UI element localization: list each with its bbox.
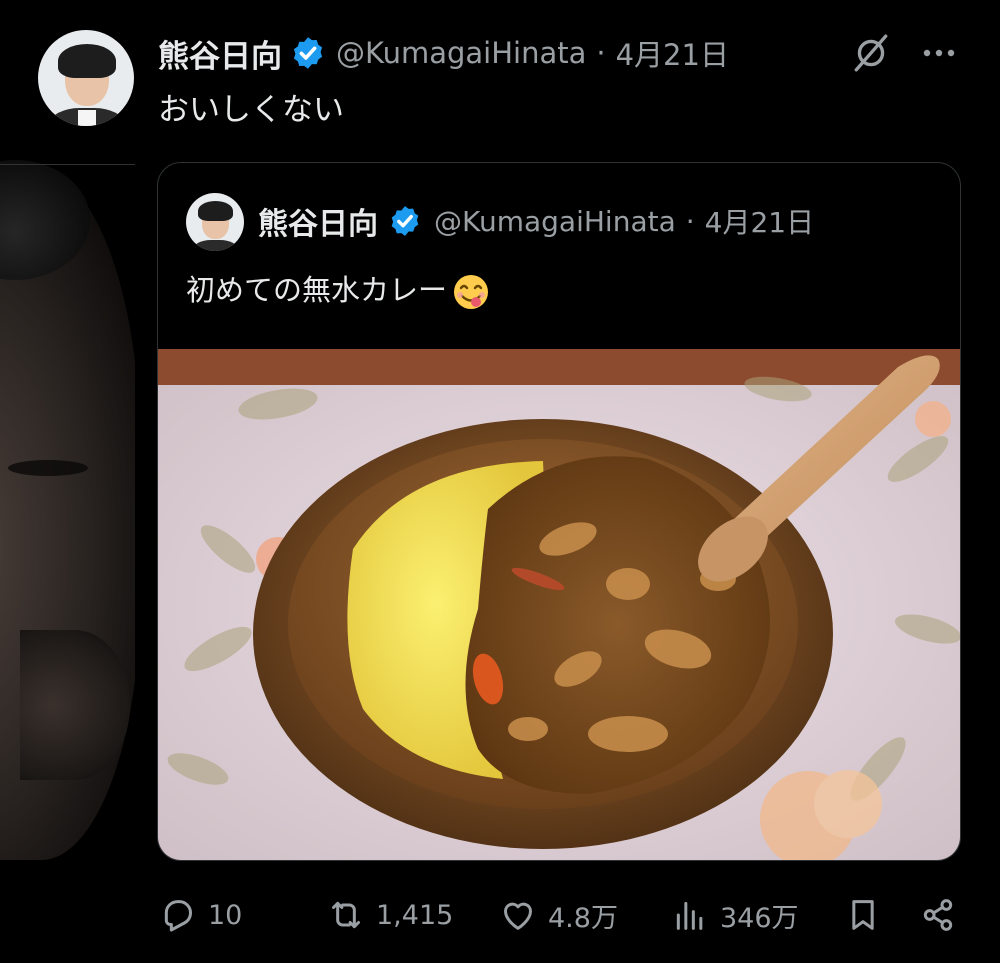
separator-dot: · <box>596 36 606 70</box>
quoted-user-handle: @KumagaiHinata <box>434 204 676 238</box>
reply-button[interactable]: 10 <box>158 890 242 940</box>
background-portrait <box>0 160 135 860</box>
like-count: 4.8万 <box>548 902 618 934</box>
quoted-avatar <box>186 193 244 251</box>
verified-badge-icon <box>293 37 323 69</box>
verified-badge-icon <box>391 206 419 236</box>
quoted-tweet-text: 初めての無水カレー <box>186 267 491 312</box>
separator-dot: · <box>685 204 695 238</box>
quoted-tweet-text-body: 初めての無水カレー <box>186 273 448 307</box>
share-button[interactable] <box>918 890 968 940</box>
quoted-post-date: 4月21日 <box>704 206 815 239</box>
tweet-text: おいしくない <box>158 92 344 128</box>
share-icon <box>923 899 953 931</box>
post-date[interactable]: 4月21日 <box>616 32 729 74</box>
avatar[interactable] <box>38 30 134 126</box>
views-count: 346万 <box>720 902 799 934</box>
bookmark-button[interactable] <box>843 890 893 940</box>
views-icon <box>676 901 703 930</box>
bookmark-icon <box>852 900 874 930</box>
user-handle[interactable]: @KumagaiHinata <box>336 36 586 70</box>
grok-icon[interactable] <box>850 32 892 74</box>
curry-photo[interactable] <box>158 349 960 860</box>
retweet-count: 1,415 <box>376 899 454 931</box>
quoted-tweet-header: 熊谷日向 @KumagaiHinata · 4月21日 <box>258 199 814 243</box>
heart-icon <box>504 902 532 930</box>
reply-icon <box>164 900 192 932</box>
quoted-display-name: 熊谷日向 <box>258 207 378 242</box>
retweet-button[interactable]: 1,415 <box>326 890 453 940</box>
more-icon[interactable] <box>917 38 961 68</box>
reply-count: 10 <box>208 899 243 931</box>
face-savoring-food-icon <box>454 275 489 309</box>
display-name[interactable]: 熊谷日向 <box>158 31 282 76</box>
views-button[interactable]: 346万 <box>670 890 799 940</box>
like-button[interactable]: 4.8万 <box>498 890 618 940</box>
divider <box>0 164 135 165</box>
retweet-icon <box>332 901 360 929</box>
tweet-header: 熊谷日向 @KumagaiHinata · 4月21日 <box>158 30 729 76</box>
action-bar: 10 1,415 4.8万 346万 <box>0 890 1000 940</box>
quoted-tweet-card[interactable]: 熊谷日向 @KumagaiHinata · 4月21日 初めての無水カレー <box>157 162 961 861</box>
